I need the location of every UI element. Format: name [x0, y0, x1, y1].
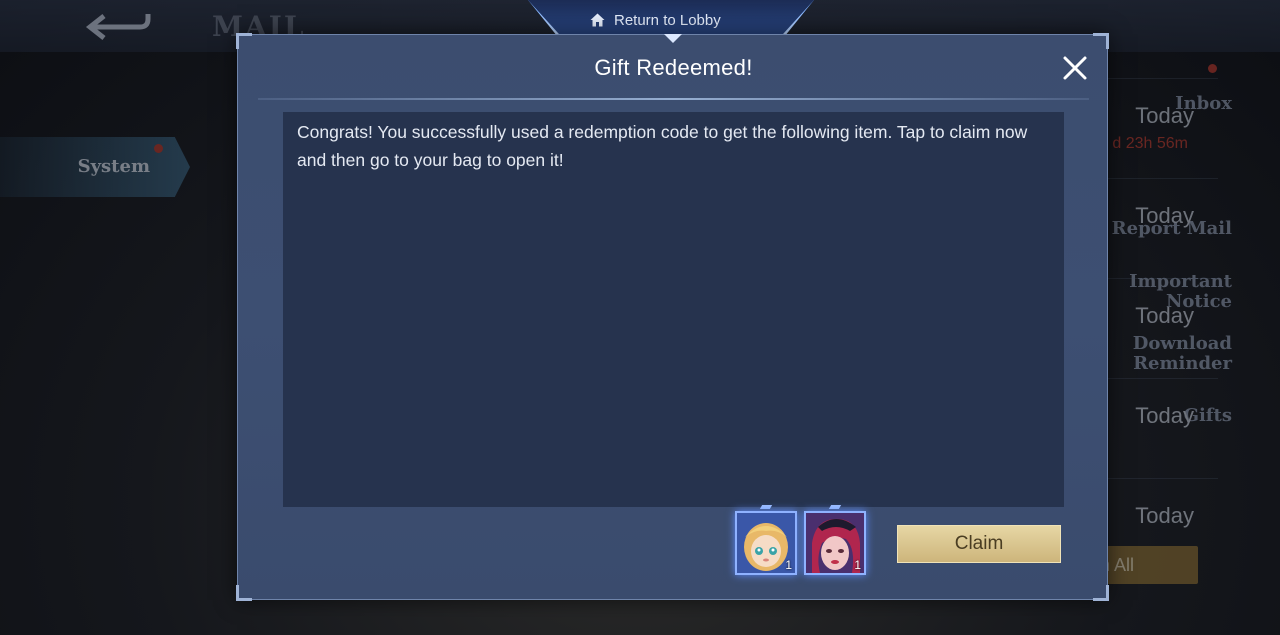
home-icon [590, 13, 605, 27]
notification-dot [1208, 64, 1217, 73]
claim-button[interactable]: Claim [897, 525, 1061, 563]
message-box: Congrats! You successfully used a redemp… [283, 112, 1064, 507]
mail-date: Today [1135, 303, 1194, 328]
dialog-notch [664, 34, 682, 43]
gift-redeemed-dialog: Gift Redeemed! Congrats! You successfull… [236, 33, 1109, 601]
reward-item-red-hair-hero[interactable]: 1 [804, 511, 866, 575]
mail-date: Today [1135, 403, 1194, 428]
title-divider [258, 98, 1089, 100]
reward-marker [759, 505, 773, 509]
dialog-corner-ornament [1093, 33, 1109, 49]
return-to-lobby-label-group[interactable]: Return to Lobby [590, 10, 721, 30]
reward-quantity: 1 [854, 558, 861, 572]
message-text: Congrats! You successfully used a redemp… [297, 122, 1028, 170]
mail-date: Today [1135, 203, 1194, 228]
return-to-lobby-label: Return to Lobby [614, 11, 721, 29]
reward-quantity: 1 [785, 558, 792, 572]
reward-marker [828, 505, 842, 509]
mail-expiry-timer: d 23h 56m [1112, 135, 1188, 152]
dialog-corner-ornament [1093, 585, 1109, 601]
notification-dot [154, 144, 163, 153]
dialog-corner-ornament [236, 585, 252, 601]
mail-date: Today [1135, 103, 1194, 128]
mail-date: Today [1135, 503, 1194, 528]
dialog-corner-ornament [236, 33, 252, 49]
close-icon[interactable] [1060, 53, 1090, 83]
reward-item-blonde-hero[interactable]: 1 [735, 511, 797, 575]
back-arrow-icon[interactable] [84, 8, 154, 46]
dialog-title: Gift Redeemed! [594, 55, 753, 80]
